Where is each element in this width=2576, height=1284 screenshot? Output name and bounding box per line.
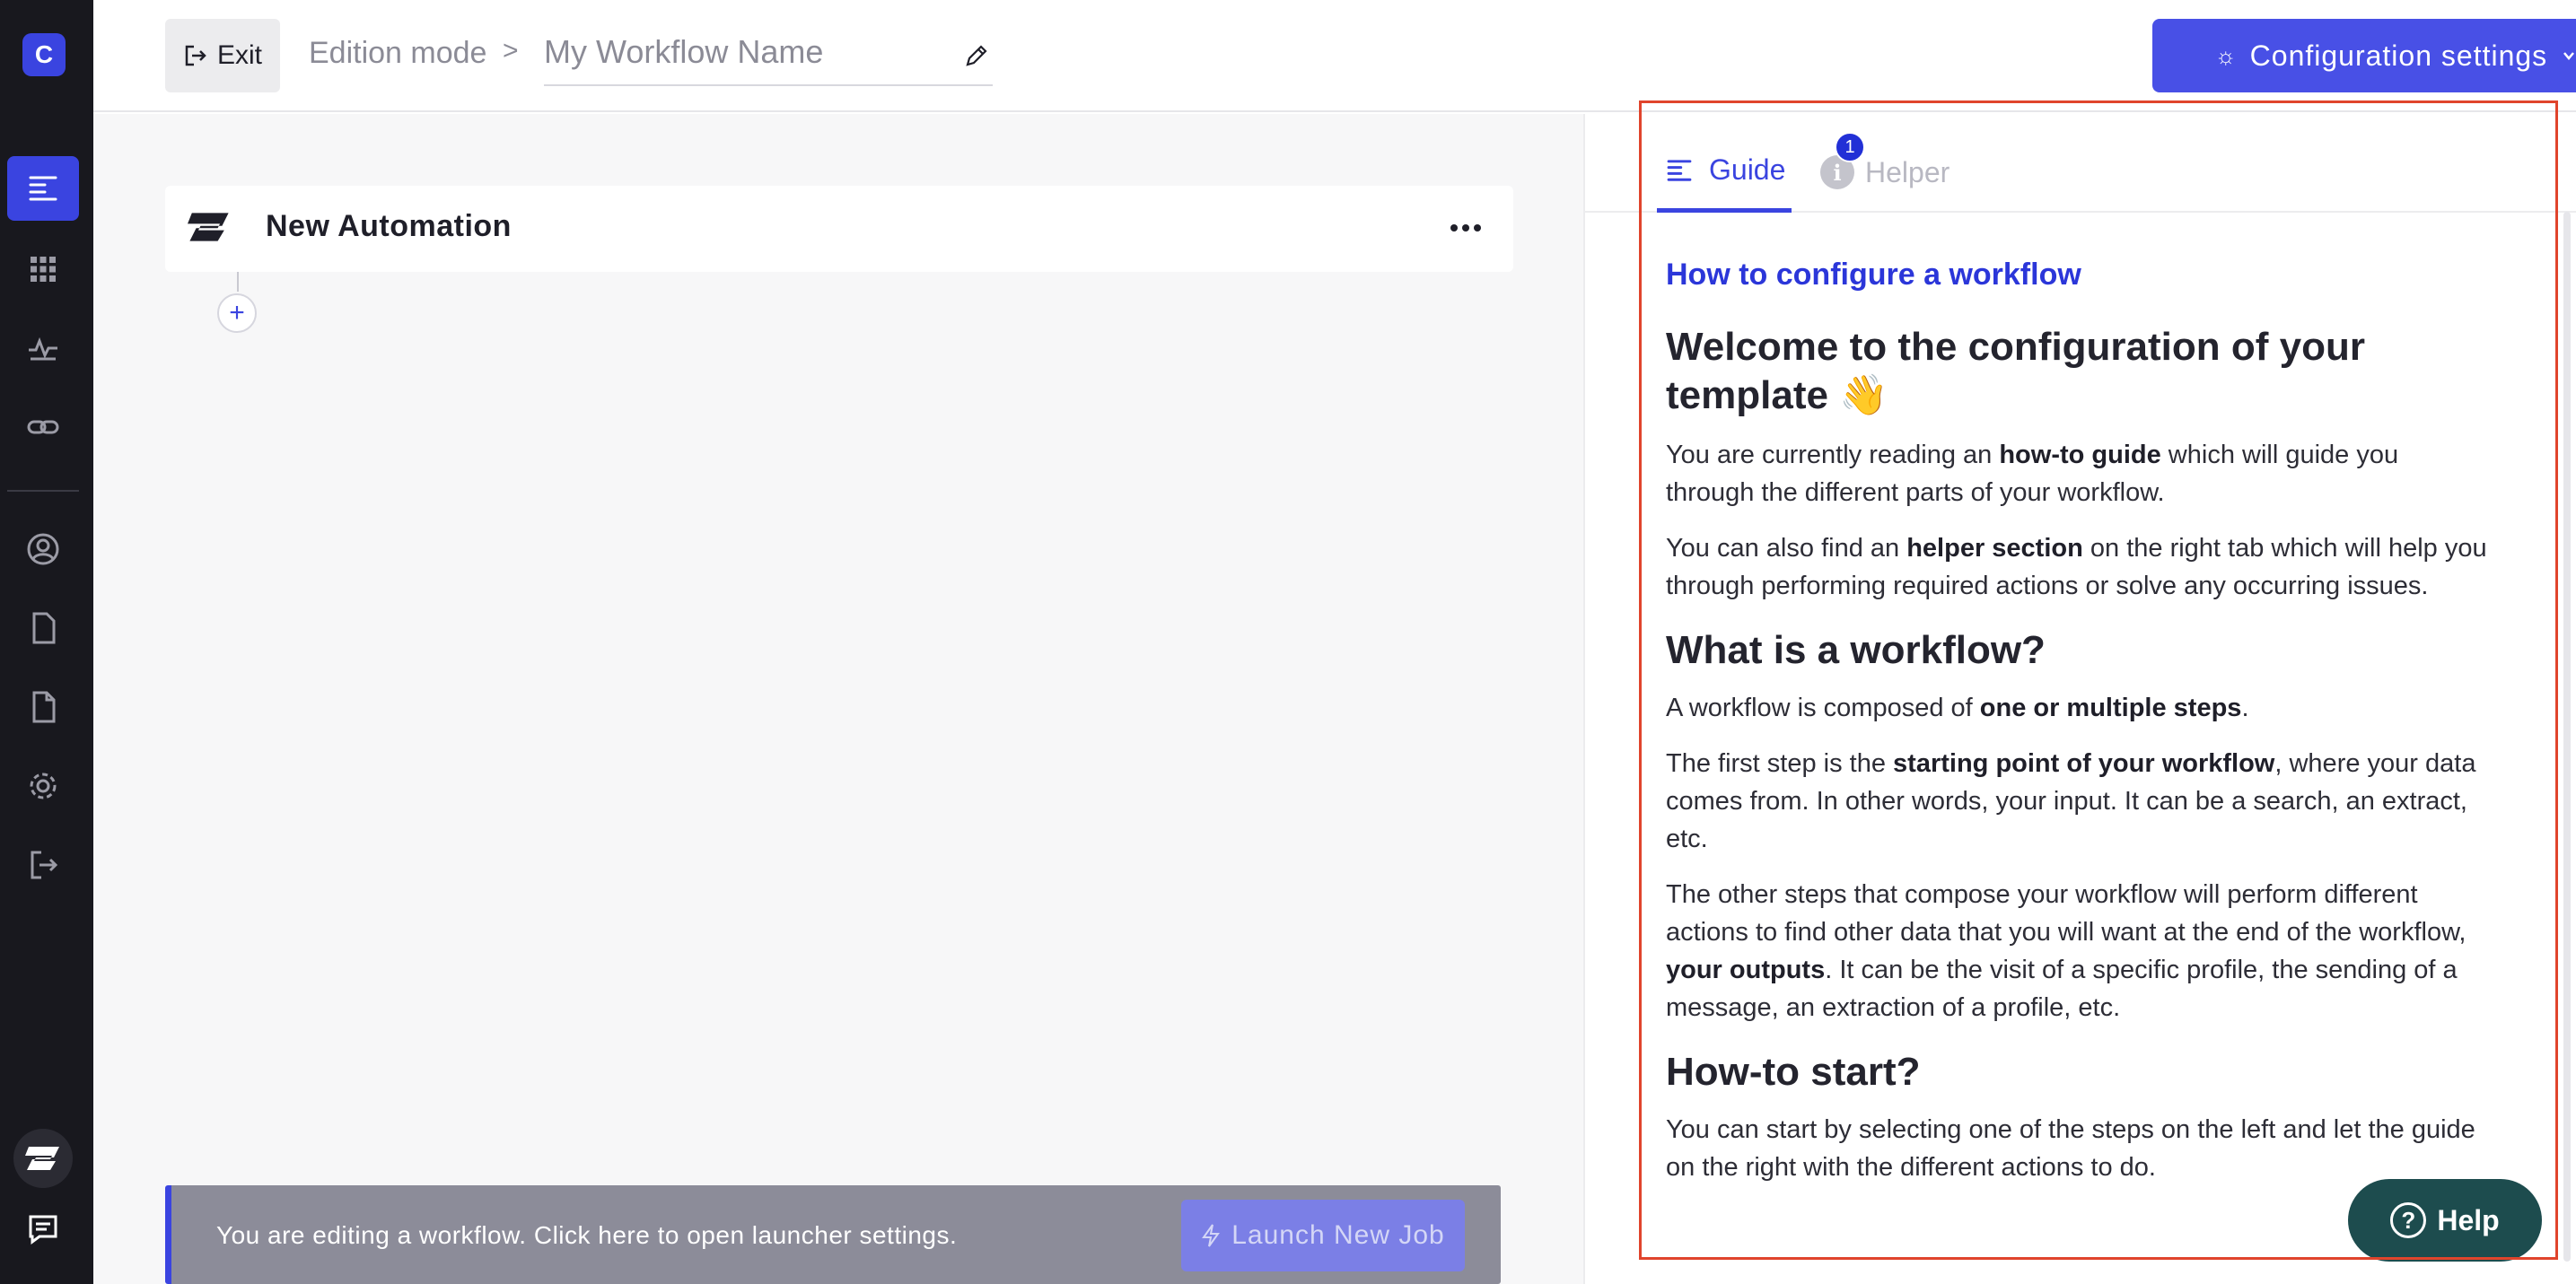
sidebar-item-profile[interactable] bbox=[7, 517, 79, 581]
panel-scrollbar[interactable] bbox=[2563, 212, 2571, 1262]
bold-text: helper section bbox=[1906, 534, 2083, 563]
user-icon bbox=[27, 533, 59, 565]
automation-title: New Automation bbox=[266, 209, 512, 243]
pencil-icon[interactable] bbox=[964, 43, 989, 68]
guide-heading-what: What is a workflow? bbox=[1666, 628, 2046, 672]
guide-paragraph: A workflow is composed of one or multipl… bbox=[1666, 689, 2492, 727]
guide-icon bbox=[29, 176, 57, 201]
dot-icon bbox=[1462, 224, 1469, 231]
launcher-text: You are editing a workflow. Click here t… bbox=[216, 1221, 958, 1249]
sidebar-item-apps[interactable] bbox=[7, 237, 79, 301]
file-icon bbox=[32, 691, 56, 723]
tab-guide-label: Guide bbox=[1709, 153, 1786, 186]
bold-text: one or multiple steps bbox=[1979, 694, 2242, 722]
add-step-button[interactable]: + bbox=[217, 293, 257, 333]
dot-icon bbox=[1450, 224, 1458, 231]
configuration-settings-label: Configuration settings bbox=[2249, 39, 2548, 72]
automation-logo-icon bbox=[25, 1147, 59, 1170]
guide-kicker: How to configure a workflow bbox=[1666, 258, 2081, 292]
sidebar-divider bbox=[7, 490, 79, 492]
exit-label: Exit bbox=[216, 40, 262, 70]
workflow-canvas: New Automation + You are editing a workf… bbox=[93, 114, 1583, 1284]
exit-icon bbox=[185, 45, 206, 66]
activity-icon bbox=[29, 336, 57, 361]
gear-icon bbox=[30, 773, 57, 799]
top-bar: Exit Edition mode > My Workflow Name ☼ C… bbox=[93, 0, 2576, 112]
text: . bbox=[2241, 694, 2249, 722]
bold-text: your outputs bbox=[1666, 956, 1826, 984]
guide-heading-start: How-to start? bbox=[1666, 1050, 1921, 1094]
tab-helper-label: Helper bbox=[1865, 155, 1950, 188]
sidebar-item-documents[interactable] bbox=[7, 596, 79, 660]
text: A workflow is composed of bbox=[1666, 694, 1980, 722]
exit-button[interactable]: Exit bbox=[165, 19, 280, 92]
help-label: Help bbox=[2437, 1203, 2500, 1236]
launch-new-job-label: Launch New Job bbox=[1231, 1220, 1445, 1250]
sidebar-item-settings[interactable] bbox=[7, 754, 79, 818]
notification-badge: 1 bbox=[1835, 132, 1865, 162]
workflow-name-placeholder: My Workflow Name bbox=[544, 33, 824, 70]
panel-tabs: Guide i 1 Helper bbox=[1585, 114, 2576, 213]
workspace-letter: C bbox=[34, 40, 54, 68]
chat-icon bbox=[29, 1215, 57, 1245]
text: You can also find an bbox=[1666, 534, 1907, 563]
guide-paragraph: You can start by selecting one of the st… bbox=[1666, 1115, 2475, 1182]
lightning-icon bbox=[1202, 1224, 1221, 1247]
automation-logo-icon bbox=[188, 213, 229, 241]
help-icon: ? bbox=[2390, 1202, 2427, 1238]
sidebar-item-guide[interactable] bbox=[7, 156, 79, 221]
launch-new-job-button[interactable]: Launch New Job bbox=[1181, 1200, 1465, 1271]
document-icon bbox=[32, 612, 56, 644]
guide-icon bbox=[1667, 159, 1692, 181]
sidebar-item-files[interactable] bbox=[7, 675, 79, 739]
link-icon bbox=[27, 420, 59, 434]
more-options-button[interactable] bbox=[1443, 205, 1488, 250]
automation-step-card[interactable]: New Automation bbox=[165, 186, 1513, 272]
text: The other steps that compose your workfl… bbox=[1666, 880, 2466, 947]
guide-title: Welcome to the configuration of your tem… bbox=[1666, 325, 2365, 417]
automation-logo-button[interactable] bbox=[13, 1129, 73, 1188]
settings-sun-icon: ☼ bbox=[2214, 41, 2238, 69]
breadcrumb-edition-mode: Edition mode bbox=[309, 36, 487, 70]
left-sidebar: C bbox=[0, 0, 93, 1284]
sidebar-item-logout[interactable] bbox=[7, 833, 79, 897]
sidebar-item-activity[interactable] bbox=[7, 316, 79, 380]
guide-paragraph: You are currently reading an how-to guid… bbox=[1666, 436, 2492, 511]
text: You are currently reading an bbox=[1666, 441, 2000, 469]
help-button[interactable]: ? Help bbox=[2348, 1179, 2542, 1262]
chevron-down-icon bbox=[2563, 52, 2575, 60]
guide-paragraph: You can also find an helper section on t… bbox=[1666, 529, 2492, 605]
tab-guide[interactable]: Guide bbox=[1657, 132, 1792, 213]
configuration-settings-button[interactable]: ☼ Configuration settings bbox=[2152, 19, 2576, 92]
sidebar-item-integrations[interactable] bbox=[7, 395, 79, 459]
guide-panel: Guide i 1 Helper How to configure a work… bbox=[1583, 114, 2576, 1284]
launcher-settings-bar[interactable]: You are editing a workflow. Click here t… bbox=[165, 1185, 1501, 1284]
bold-text: how-to guide bbox=[1999, 441, 2161, 469]
step-connector bbox=[237, 272, 239, 292]
sidebar-item-chat[interactable] bbox=[7, 1197, 79, 1262]
breadcrumb-separator: > bbox=[503, 36, 519, 66]
bold-text: starting point of your workflow bbox=[1893, 749, 2275, 778]
workspace-avatar[interactable]: C bbox=[22, 33, 66, 76]
guide-content: How to configure a workflow Welcome to t… bbox=[1666, 258, 2492, 1204]
tab-helper[interactable]: i 1 Helper bbox=[1820, 132, 1950, 213]
info-icon: i 1 bbox=[1820, 132, 1865, 189]
logout-icon bbox=[31, 851, 58, 879]
info-icon-letter: i bbox=[1833, 159, 1842, 186]
grid-icon bbox=[31, 257, 56, 282]
dot-icon bbox=[1474, 224, 1481, 231]
guide-paragraph: The other steps that compose your workfl… bbox=[1666, 876, 2492, 1026]
workflow-name-field[interactable]: My Workflow Name bbox=[544, 20, 993, 86]
guide-paragraph: The first step is the starting point of … bbox=[1666, 745, 2492, 858]
text: The first step is the bbox=[1666, 749, 1894, 778]
